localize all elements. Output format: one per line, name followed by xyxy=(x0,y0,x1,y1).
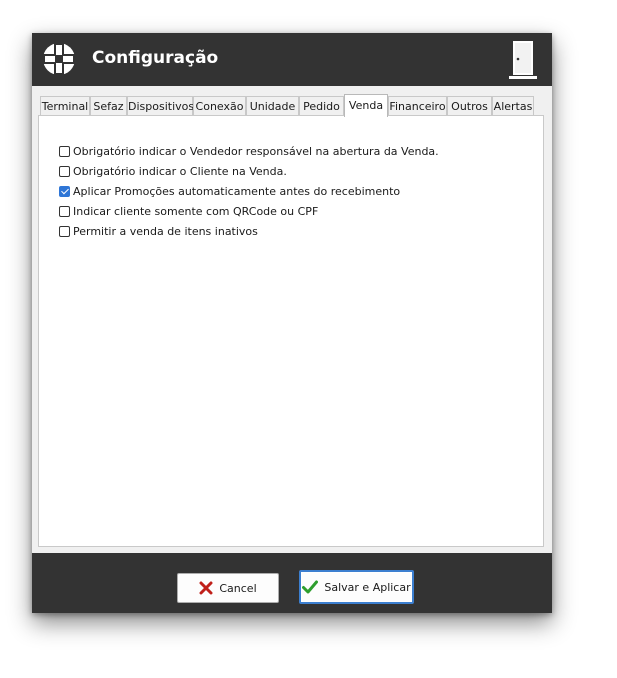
venda-panel: Obrigatório indicar o Vendedor responsáv… xyxy=(38,115,544,547)
tab-unidade[interactable]: Unidade xyxy=(246,96,299,115)
option-aplicar-promocoes[interactable]: Aplicar Promoções automaticamente antes … xyxy=(59,183,400,199)
tab-conexao[interactable]: Conexão xyxy=(193,96,246,115)
option-cliente-obrigatorio[interactable]: Obrigatório indicar o Cliente na Venda. xyxy=(59,163,287,179)
cancel-label: Cancel xyxy=(219,581,257,595)
tab-sefaz[interactable]: Sefaz xyxy=(90,96,127,115)
config-window: Configuração Terminal Sefaz Dispositivos… xyxy=(32,33,552,613)
option-vendedor-obrigatorio[interactable]: Obrigatório indicar o Vendedor responsáv… xyxy=(59,143,439,159)
option-label: Permitir a venda de itens inativos xyxy=(73,224,258,238)
option-itens-inativos[interactable]: Permitir a venda de itens inativos xyxy=(59,223,258,239)
tab-outros[interactable]: Outros xyxy=(447,96,492,115)
option-label: Indicar cliente somente com QRCode ou CP… xyxy=(73,204,319,218)
checkbox-checked[interactable] xyxy=(59,185,70,197)
option-label: Obrigatório indicar o Vendedor responsáv… xyxy=(73,144,439,158)
tab-venda[interactable]: Venda xyxy=(344,94,388,117)
tab-alertas[interactable]: Alertas xyxy=(492,96,534,115)
tab-pedido[interactable]: Pedido xyxy=(299,96,344,115)
checkbox[interactable] xyxy=(59,225,70,237)
chain-logo-icon xyxy=(42,42,76,76)
option-label: Obrigatório indicar o Cliente na Venda. xyxy=(73,164,287,178)
cancel-button[interactable]: Cancel xyxy=(177,573,279,603)
checkbox[interactable] xyxy=(59,145,70,157)
save-apply-button[interactable]: Salvar e Aplicar xyxy=(299,570,414,604)
exit-door-icon[interactable] xyxy=(508,39,538,81)
tab-financeiro[interactable]: Financeiro xyxy=(388,96,447,115)
title-bar: Configuração xyxy=(32,33,552,86)
checkmark-icon xyxy=(302,580,319,594)
footer-bar: Cancel Salvar e Aplicar xyxy=(32,553,552,613)
window-title: Configuração xyxy=(92,48,219,68)
option-cliente-qrcode-cpf[interactable]: Indicar cliente somente com QRCode ou CP… xyxy=(59,203,318,219)
checkbox[interactable] xyxy=(59,165,70,177)
tab-terminal[interactable]: Terminal xyxy=(40,96,90,115)
tab-dispositivos[interactable]: Dispositivos xyxy=(127,96,194,115)
option-label: Aplicar Promoções automaticamente antes … xyxy=(73,184,401,198)
save-apply-label: Salvar e Aplicar xyxy=(324,580,411,594)
close-icon xyxy=(199,581,213,595)
checkbox[interactable] xyxy=(59,205,70,217)
